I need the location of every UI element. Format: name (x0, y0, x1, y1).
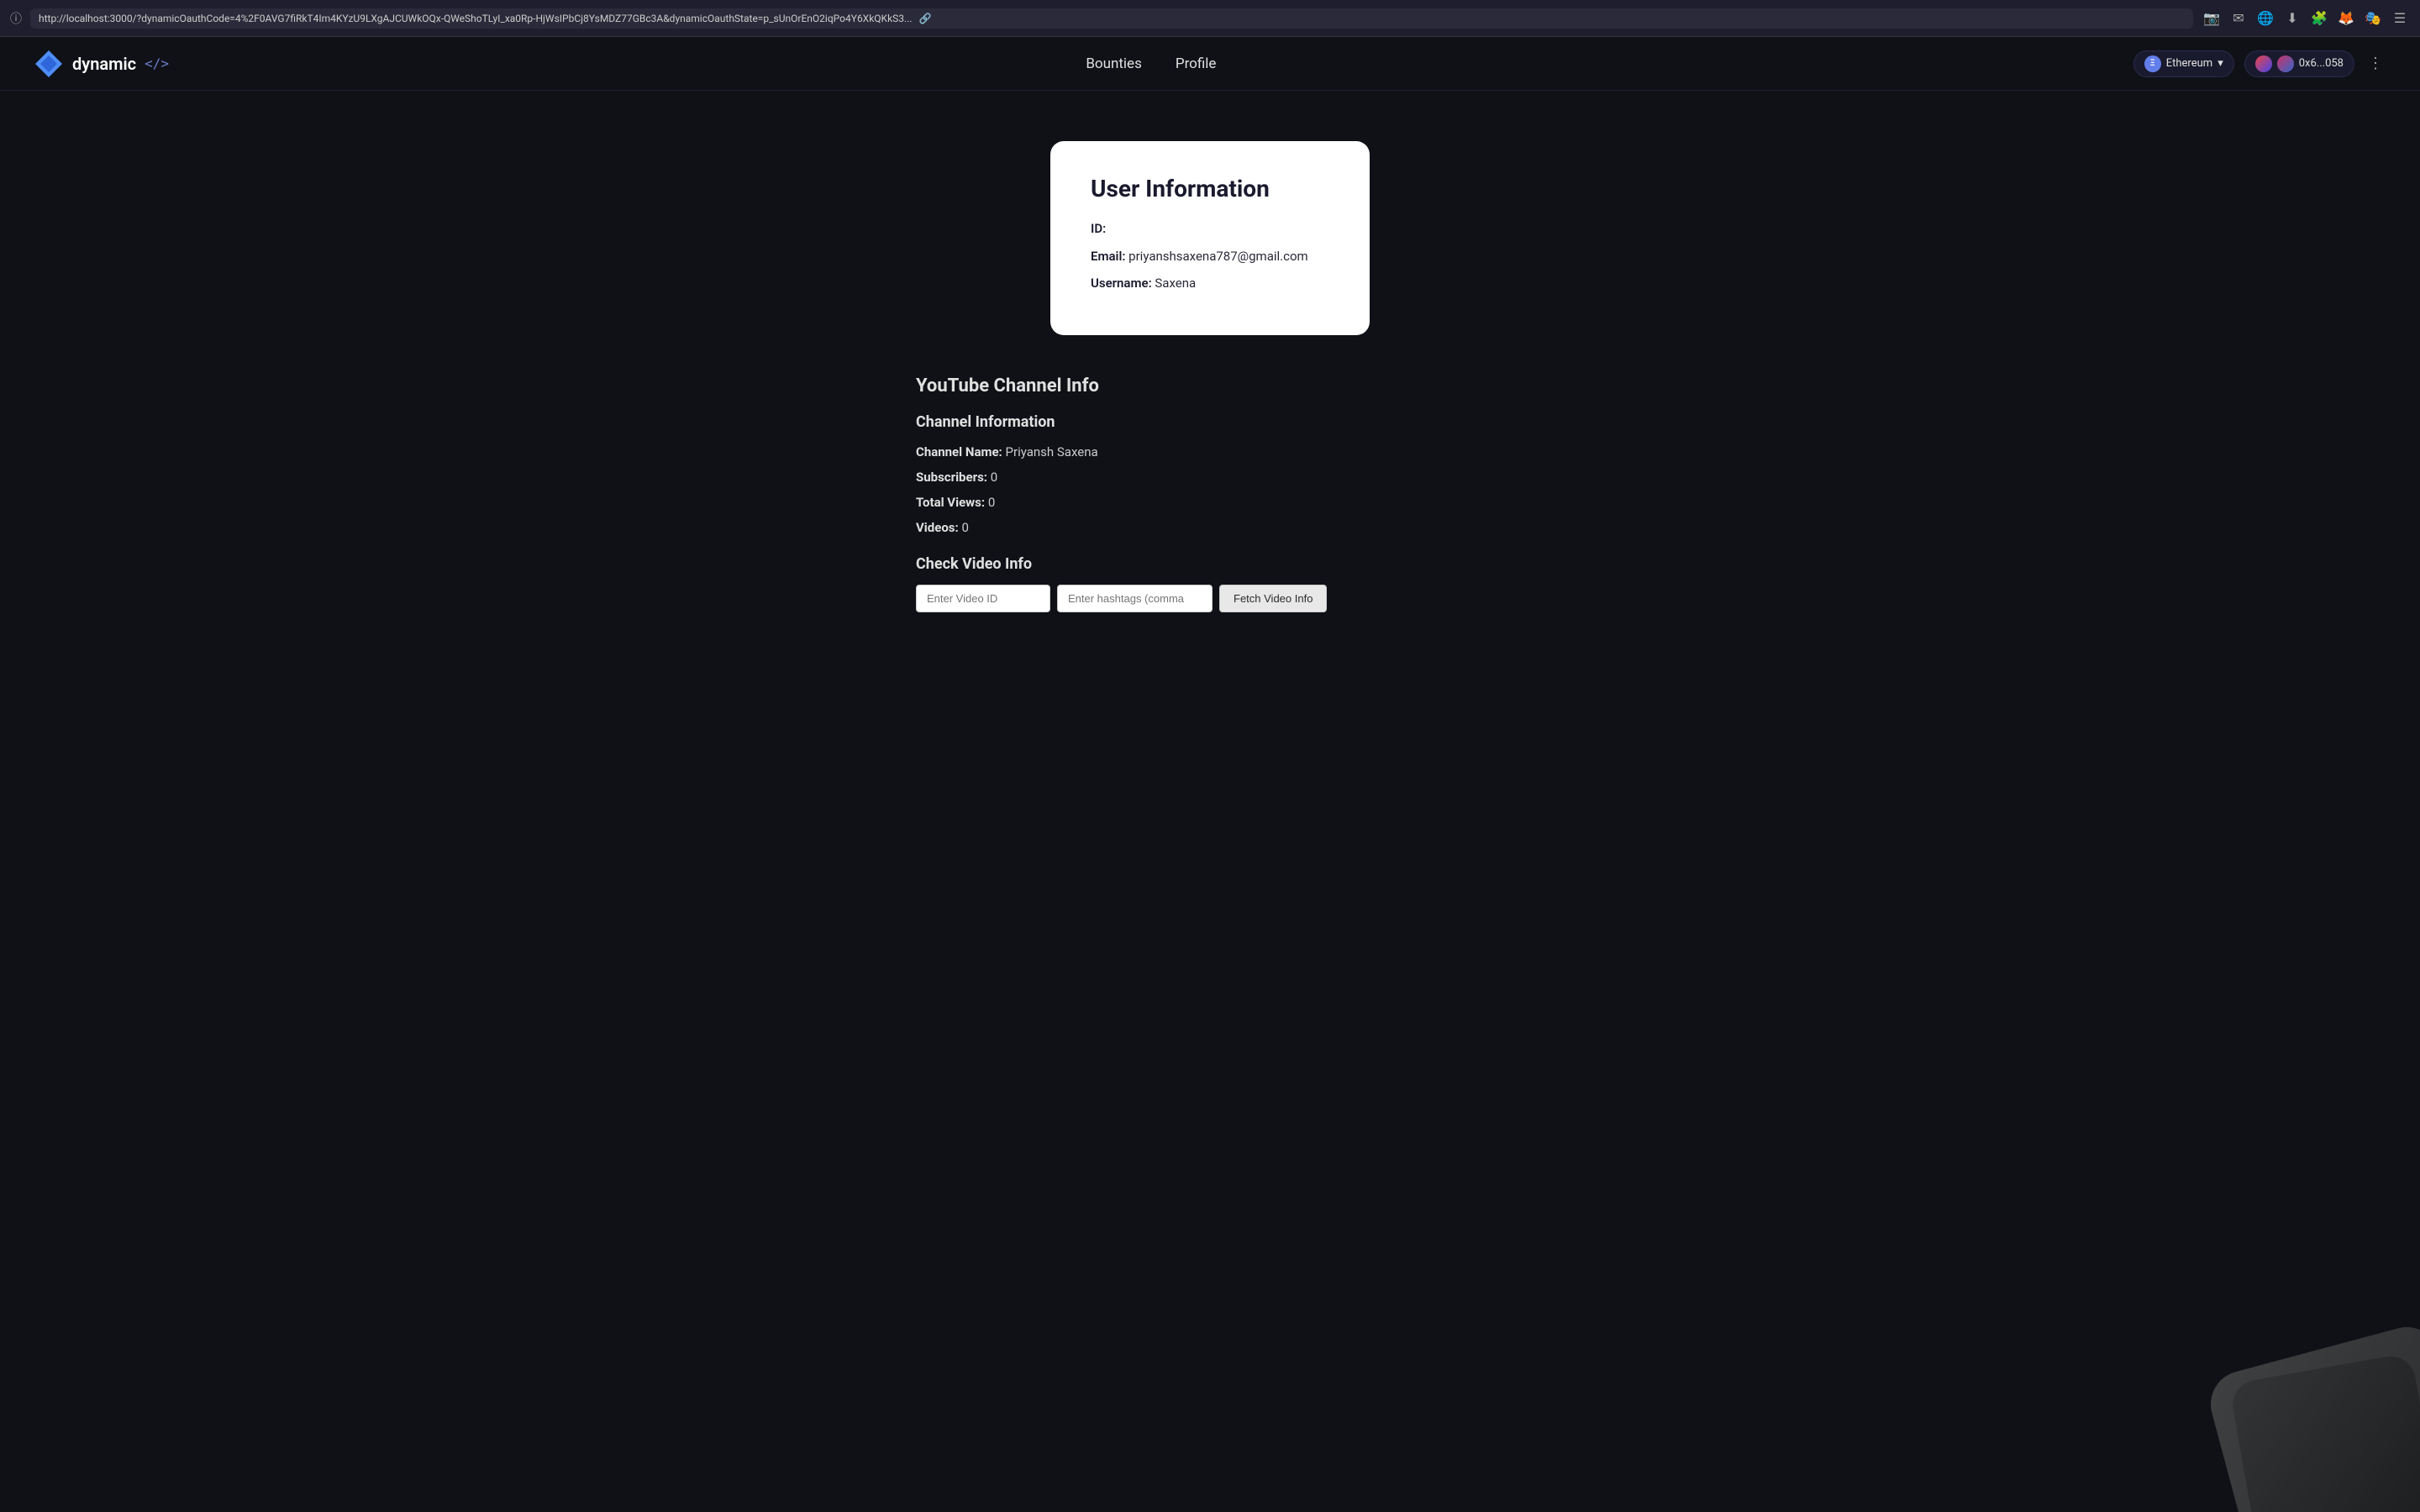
main-content: User Information ID: Email: priyanshsaxe… (0, 91, 2420, 1512)
download-icon[interactable]: ⬇ (2282, 8, 2302, 29)
channel-name-label: Channel Name: (916, 444, 1002, 459)
icon2[interactable]: 🎭 (2363, 8, 2383, 29)
link-icon: 🔗 (919, 13, 932, 24)
videos-row: Videos: 0 (916, 520, 1504, 535)
extensions-icon[interactable]: 🧩 (2309, 8, 2329, 29)
logo-text: dynamic (72, 54, 136, 74)
check-video-title: Check Video Info (916, 555, 1504, 573)
total-views-row: Total Views: 0 (916, 495, 1504, 510)
wallet-address: 0x6...058 (2299, 57, 2344, 70)
logo-icon (34, 49, 64, 79)
chevron-down-icon: ▾ (2217, 57, 2223, 70)
logo-code: </> (145, 55, 169, 71)
main-nav: Bounties Profile (1086, 55, 1216, 72)
wallet-avatar-red (2255, 55, 2272, 72)
hashtags-input[interactable] (1057, 585, 1213, 612)
channel-name-value: Priyansh Saxena (1006, 444, 1098, 459)
eth-icon: Ξ (2144, 55, 2161, 72)
app: dynamic </> Bounties Profile Ξ Ethereum … (0, 37, 2420, 1512)
nav-profile[interactable]: Profile (1176, 55, 1217, 72)
header-right: Ξ Ethereum ▾ 0x6...058 ⋮ (2133, 50, 2386, 77)
email-icon[interactable]: ✉ (2228, 8, 2249, 29)
icon1[interactable]: 🦊 (2336, 8, 2356, 29)
header: dynamic </> Bounties Profile Ξ Ethereum … (0, 37, 2420, 91)
user-username-label: Username: (1091, 276, 1152, 291)
browser-actions: 📷 ✉ 🌐 ⬇ 🧩 🦊 🎭 ☰ (2202, 8, 2410, 29)
user-info-title: User Information (1091, 175, 1329, 202)
total-views-label: Total Views: (916, 495, 985, 510)
subscribers-value: 0 (991, 470, 997, 485)
nav-bounties[interactable]: Bounties (1086, 55, 1142, 72)
menu-icon[interactable]: ☰ (2390, 8, 2410, 29)
channel-info-title: Channel Information (916, 413, 1504, 431)
globe-icon[interactable]: 🌐 (2255, 8, 2275, 29)
ethereum-badge[interactable]: Ξ Ethereum ▾ (2133, 50, 2234, 77)
wallet-badge[interactable]: 0x6...058 (2244, 50, 2354, 77)
browser-bar: ⓘ http://localhost:3000/?dynamicOauthCod… (0, 0, 2420, 37)
youtube-section: YouTube Channel Info Channel Information… (916, 375, 1504, 612)
subscribers-label: Subscribers: (916, 470, 987, 485)
more-options-button[interactable]: ⋮ (2365, 55, 2386, 72)
channel-name-row: Channel Name: Priyansh Saxena (916, 444, 1504, 459)
screenshot-icon[interactable]: 📷 (2202, 8, 2222, 29)
url-text: http://localhost:3000/?dynamicOauthCode=… (39, 13, 913, 24)
total-views-value: 0 (988, 495, 995, 510)
user-id-row: ID: (1091, 219, 1329, 239)
url-bar[interactable]: http://localhost:3000/?dynamicOauthCode=… (30, 8, 2193, 29)
user-id-label: ID: (1091, 221, 1106, 236)
user-username-value: Saxena (1155, 276, 1196, 291)
user-email-label: Email: (1091, 249, 1125, 264)
check-video-form: Fetch Video Info (916, 585, 1504, 612)
wallet-avatar-blue (2277, 55, 2294, 72)
logo[interactable]: dynamic </> (34, 49, 169, 79)
user-username-row: Username: Saxena (1091, 274, 1329, 293)
subscribers-row: Subscribers: 0 (916, 470, 1504, 485)
ethereum-label: Ethereum (2166, 57, 2212, 70)
user-info-card: User Information ID: Email: priyanshsaxe… (1050, 141, 1370, 335)
fetch-video-info-button[interactable]: Fetch Video Info (1219, 585, 1327, 612)
videos-label: Videos: (916, 520, 959, 535)
youtube-section-title: YouTube Channel Info (916, 375, 1504, 396)
video-id-input[interactable] (916, 585, 1050, 612)
info-icon: ⓘ (10, 10, 22, 27)
user-email-row: Email: priyanshsaxena787@gmail.com (1091, 247, 1329, 266)
videos-value: 0 (961, 520, 968, 535)
user-email-value: priyanshsaxena787@gmail.com (1128, 249, 1308, 264)
